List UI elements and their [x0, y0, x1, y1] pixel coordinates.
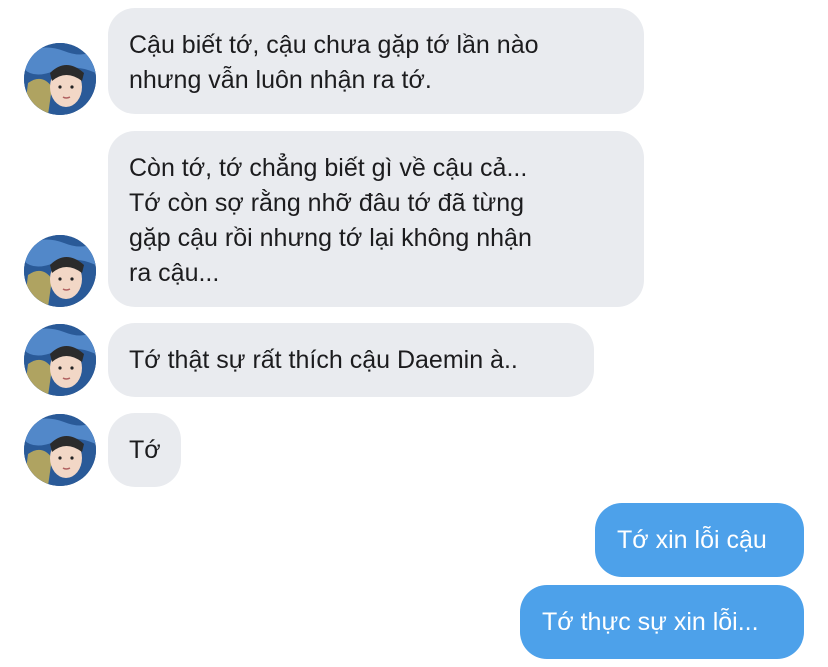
- avatar-photo-icon: [24, 235, 96, 307]
- outgoing-message-bubble[interactable]: Tớ xin lỗi cậu: [595, 503, 804, 577]
- contact-avatar[interactable]: [24, 235, 96, 307]
- avatar-photo-icon: [24, 43, 96, 115]
- contact-avatar[interactable]: [24, 324, 96, 396]
- outgoing-message-bubble[interactable]: Tớ thực sự xin lỗi...: [520, 585, 804, 659]
- incoming-message-bubble[interactable]: Còn tớ, tớ chẳng biết gì về cậu cả... Tớ…: [108, 131, 644, 307]
- incoming-message-bubble[interactable]: Cậu biết tớ, cậu chưa gặp tớ lần nào như…: [108, 8, 644, 114]
- chat-thread: Cậu biết tớ, cậu chưa gặp tớ lần nào như…: [0, 0, 828, 667]
- contact-avatar[interactable]: [24, 43, 96, 115]
- avatar-photo-icon: [24, 324, 96, 396]
- contact-avatar[interactable]: [24, 414, 96, 486]
- avatar-photo-icon: [24, 414, 96, 486]
- incoming-message-bubble[interactable]: Tớ: [108, 413, 181, 487]
- incoming-message-bubble[interactable]: Tớ thật sự rất thích cậu Daemin à..: [108, 323, 594, 397]
